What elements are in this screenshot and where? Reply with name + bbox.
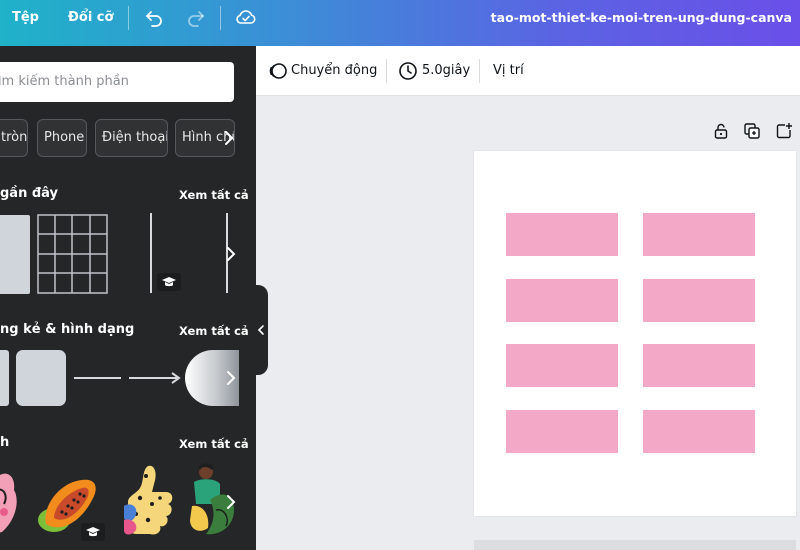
animate-button[interactable]: Chuyển động [291, 46, 377, 96]
resize-menu[interactable]: Đổi cỡ [68, 0, 113, 46]
search-input[interactable]: Tìm kiếm thành phần [0, 62, 234, 102]
editor-toolbar: Chuyển động 5.0giây Vị trí [256, 46, 800, 96]
premium-badge [157, 273, 181, 291]
section-graphics-title: h [0, 435, 10, 450]
shape-line[interactable] [74, 377, 121, 379]
see-all-recent[interactable]: Xem tất cả [179, 188, 249, 202]
document-title[interactable]: tao-mot-thiet-ke-moi-tren-ung-dung-canva [491, 0, 792, 36]
sticker-thumbs-up[interactable] [122, 462, 176, 540]
grid-cell[interactable] [643, 410, 755, 453]
recent-item-square[interactable] [0, 215, 30, 294]
sticker-hand-pink[interactable] [0, 460, 22, 540]
grid-cell[interactable] [643, 213, 755, 256]
duplicate-page-icon[interactable] [743, 122, 761, 140]
chevron-right-icon[interactable] [224, 492, 238, 512]
add-page-icon[interactable] [775, 122, 793, 140]
chevron-right-icon[interactable] [222, 128, 236, 148]
section-recent-title: gần đây [0, 186, 59, 201]
shape-arrow-line[interactable] [129, 371, 181, 385]
redo-icon[interactable] [184, 5, 208, 29]
divider [128, 6, 129, 30]
premium-badge [81, 523, 105, 541]
clock-icon [399, 62, 417, 80]
design-page[interactable] [474, 151, 796, 516]
divider [386, 59, 387, 83]
grid-cell[interactable] [643, 344, 755, 387]
elements-panel: Tìm kiếm thành phần tròn Phone Điện thoạ… [0, 46, 256, 550]
see-all-graphics[interactable]: Xem tất cả [179, 437, 249, 451]
file-menu[interactable]: Tệp [12, 0, 39, 46]
recent-item-table[interactable] [37, 214, 108, 294]
graduation-cap-icon [86, 527, 100, 537]
position-button[interactable]: Vị trí [493, 46, 524, 96]
grid-cell[interactable] [506, 213, 618, 256]
divider [479, 59, 480, 83]
next-page-edge[interactable] [474, 540, 796, 550]
chevron-right-icon[interactable] [224, 368, 238, 388]
shape-rectangle[interactable] [0, 350, 9, 406]
graduation-cap-icon [162, 277, 176, 287]
lock-icon[interactable] [712, 122, 730, 140]
section-lines-shapes-title: ng kẻ & hình dạng [0, 322, 135, 337]
chip-dien-thoai[interactable]: Điện thoại [95, 119, 168, 157]
grid-cell[interactable] [506, 410, 618, 453]
search-placeholder: Tìm kiếm thành phần [0, 74, 129, 89]
grid-cell[interactable] [506, 279, 618, 322]
duration-button[interactable]: 5.0giây [422, 46, 470, 96]
top-bar: Tệp Đổi cỡ tao-mot-thiet-ke-moi-tren-ung… [0, 0, 800, 46]
chip-tron[interactable]: tròn [0, 119, 28, 157]
cloud-check-icon[interactable] [234, 5, 258, 29]
see-all-lines-shapes[interactable]: Xem tất cả [179, 324, 249, 338]
chevron-right-icon[interactable] [224, 244, 238, 264]
undo-icon[interactable] [142, 5, 166, 29]
chevron-left-icon [257, 325, 264, 335]
grid-cell[interactable] [506, 344, 618, 387]
chip-phone[interactable]: Phone [37, 119, 87, 157]
recent-item-vertical-line[interactable] [150, 213, 152, 293]
panel-collapse-handle[interactable] [254, 285, 268, 375]
animate-icon [269, 63, 287, 79]
shape-rounded-square[interactable] [16, 350, 66, 406]
divider [220, 6, 221, 30]
grid-cell[interactable] [643, 279, 755, 322]
